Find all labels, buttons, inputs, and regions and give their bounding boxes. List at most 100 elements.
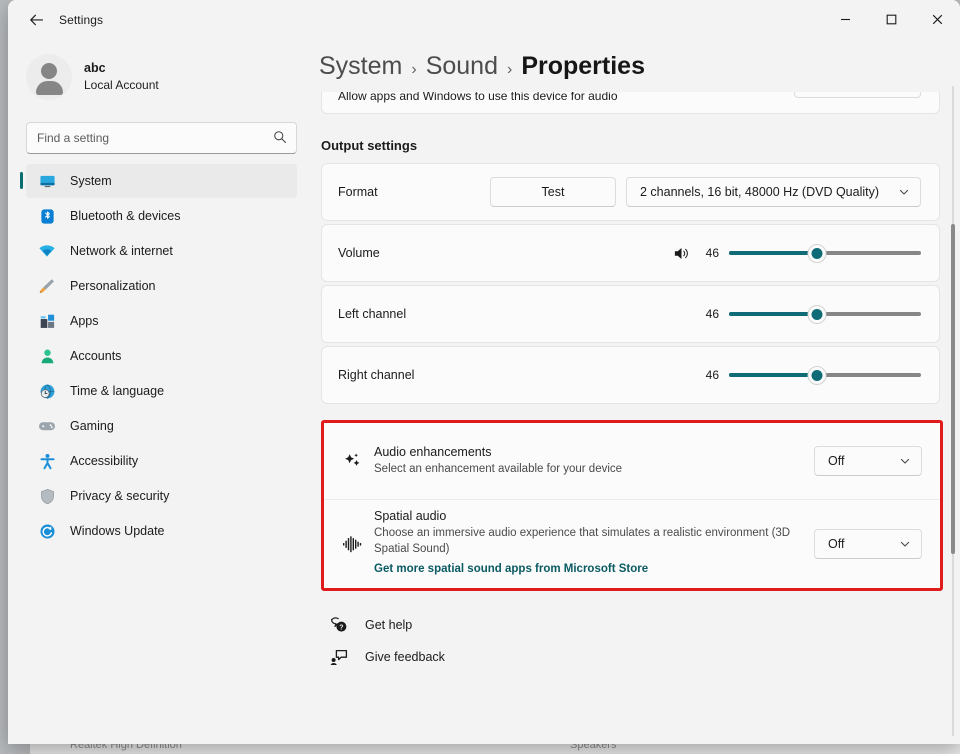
volume-slider[interactable] (729, 243, 921, 263)
right-channel-slider[interactable] (729, 365, 921, 385)
sidebar-item-windows-update[interactable]: Windows Update (26, 514, 297, 548)
format-label: Format (338, 185, 378, 199)
breadcrumb-separator: › (506, 61, 513, 78)
right-channel-slider-fill (729, 373, 818, 377)
left-channel-slider-thumb[interactable] (807, 304, 827, 324)
spatial-audio-card: Spatial audio Choose an immersive audio … (324, 499, 940, 588)
footer-links: ? Get help Give feedback (321, 609, 960, 673)
person-icon (38, 347, 56, 365)
spatial-audio-dropdown[interactable]: Off (814, 529, 922, 559)
format-row: Format Test 2 channels, 16 bit, 48000 Hz… (321, 163, 940, 221)
sidebar-item-label: Gaming (70, 419, 114, 433)
sidebar-item-label: Network & internet (70, 244, 173, 258)
minimize-button[interactable] (822, 0, 868, 38)
left-channel-row: Left channel 46 (321, 285, 940, 343)
sidebar-item-label: Windows Update (70, 524, 165, 538)
spatial-audio-text: Spatial audio Choose an immersive audio … (374, 508, 814, 579)
spatial-audio-store-link[interactable]: Get more spatial sound apps from Microso… (374, 562, 648, 578)
update-icon (38, 522, 56, 540)
give-feedback-label: Give feedback (365, 650, 445, 664)
spatial-audio-title: Spatial audio (374, 509, 447, 524)
volume-row: Volume 46 (321, 224, 940, 282)
account-name: abc (84, 61, 106, 76)
sidebar-item-gaming[interactable]: Gaming (26, 409, 297, 443)
content-pane: System › Sound › Properties Allow apps a… (311, 40, 960, 744)
sidebar-item-accessibility[interactable]: Accessibility (26, 444, 297, 478)
back-button[interactable] (19, 5, 53, 35)
left-channel-value: 46 (705, 307, 719, 321)
clock-globe-icon (38, 382, 56, 400)
audio-enhancements-title: Audio enhancements (374, 445, 492, 460)
allow-apps-card[interactable]: Allow apps and Windows to use this devic… (321, 92, 940, 114)
title-bar: Settings (8, 0, 960, 40)
feedback-icon (329, 648, 349, 666)
give-feedback-link[interactable]: Give feedback (321, 641, 491, 673)
bluetooth-icon (38, 207, 56, 225)
sidebar-item-system[interactable]: System (20, 164, 297, 198)
scrollbar-thumb[interactable] (951, 224, 955, 554)
monitor-icon (38, 172, 56, 190)
minimize-icon (840, 18, 850, 20)
sidebar-item-time-language[interactable]: Time & language (26, 374, 297, 408)
format-value: 2 channels, 16 bit, 48000 Hz (DVD Qualit… (640, 185, 880, 199)
search-box[interactable] (26, 122, 297, 154)
chevron-down-icon (889, 538, 911, 550)
search-input[interactable] (27, 131, 296, 145)
close-button[interactable] (914, 0, 960, 38)
output-settings-heading: Output settings (321, 138, 418, 153)
sidebar-item-bluetooth-devices[interactable]: Bluetooth & devices (26, 199, 297, 233)
spatial-audio-description: Choose an immersive audio experience tha… (374, 526, 791, 555)
settings-scroll-area: Allow apps and Windows to use this devic… (311, 92, 960, 744)
avatar-body (35, 81, 63, 95)
sidebar-item-network-internet[interactable]: Network & internet (26, 234, 297, 268)
right-channel-row: Right channel 46 (321, 346, 940, 404)
sidebar-item-label: Accounts (70, 349, 122, 363)
gamepad-icon (38, 417, 56, 435)
sidebar-item-apps[interactable]: Apps (26, 304, 297, 338)
wifi-icon (38, 242, 56, 260)
left-channel-slider-group: 46 (699, 304, 921, 324)
audio-enhancements-text: Audio enhancements Select an enhancement… (374, 444, 814, 477)
settings-window: Settings abc Local Account Find a settin… (8, 0, 960, 744)
sidebar-item-privacy-security[interactable]: Privacy & security (26, 479, 297, 513)
volume-slider-thumb[interactable] (807, 243, 827, 263)
audio-enhancements-dropdown[interactable]: Off (814, 446, 922, 476)
chevron-down-icon (888, 186, 910, 198)
shield-icon (38, 487, 56, 505)
breadcrumb: System › Sound › Properties (319, 52, 657, 81)
sidebar-item-personalization[interactable]: Personalization (26, 269, 297, 303)
format-dropdown[interactable]: 2 channels, 16 bit, 48000 Hz (DVD Qualit… (626, 177, 921, 207)
get-help-label: Get help (365, 618, 413, 632)
get-help-link[interactable]: ? Get help (321, 609, 491, 641)
breadcrumb-separator: › (411, 61, 417, 78)
allow-apps-button-clipped[interactable] (794, 92, 921, 98)
right-channel-slider-group: 46 (699, 365, 921, 385)
accessibility-icon (38, 452, 56, 470)
volume-label: Volume (338, 246, 380, 260)
audio-enhancements-description: Select an enhancement available for your… (374, 462, 623, 475)
apps-icon (38, 312, 56, 330)
right-channel-slider-thumb[interactable] (807, 365, 827, 385)
account-subtitle: Local Account (84, 78, 159, 93)
breadcrumb-sound[interactable]: Sound (426, 52, 498, 81)
volume-value: 46 (705, 246, 719, 260)
sidebar-item-accounts[interactable]: Accounts (26, 339, 297, 373)
maximize-icon (886, 14, 896, 24)
breadcrumb-system[interactable]: System (319, 52, 402, 81)
paintbrush-icon (38, 277, 56, 295)
audio-enhancements-card: Audio enhancements Select an enhancement… (324, 423, 940, 499)
test-button[interactable]: Test (490, 177, 616, 207)
waveform-icon (338, 533, 366, 555)
sidebar-item-label: Time & language (70, 384, 165, 398)
right-channel-label: Right channel (338, 368, 415, 382)
content-scrollbar[interactable] (948, 86, 958, 736)
avatar (26, 54, 72, 100)
sidebar-item-label: Privacy & security (70, 489, 170, 503)
highlight-annotation-box: Audio enhancements Select an enhancement… (321, 420, 943, 591)
speaker-icon[interactable] (673, 245, 690, 262)
left-channel-slider[interactable] (729, 304, 921, 324)
account-text: abc Local Account (84, 60, 159, 93)
left-channel-label: Left channel (338, 307, 407, 321)
maximize-button[interactable] (868, 0, 914, 38)
account-card[interactable]: abc Local Account (8, 40, 311, 114)
